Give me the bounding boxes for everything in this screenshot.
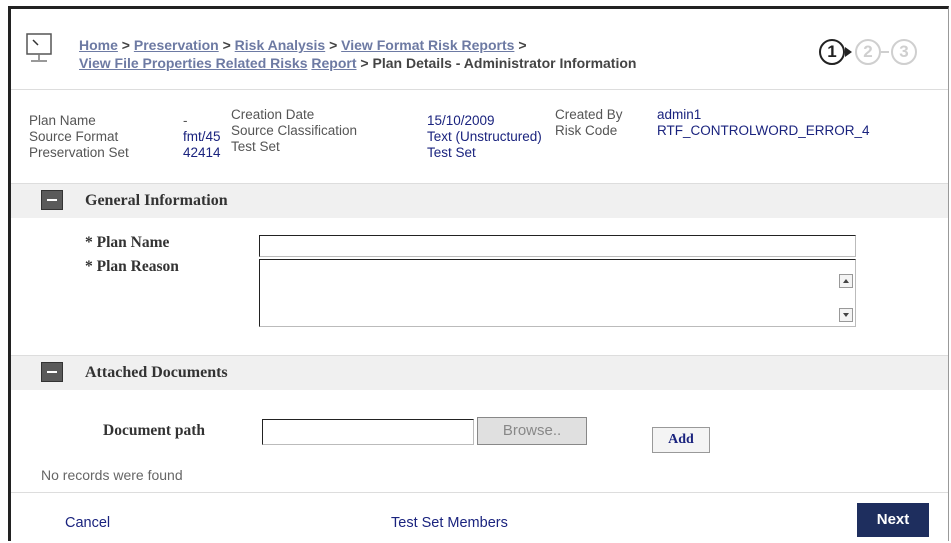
risk-code-value: RTF_CONTROLWORD_ERROR_4: [657, 123, 870, 138]
add-button[interactable]: Add: [652, 427, 710, 453]
cancel-link[interactable]: Cancel: [65, 515, 110, 531]
preservation-set-label: Preservation Set: [29, 145, 129, 160]
breadcrumb-view-format-risk-reports[interactable]: View Format Risk Reports: [341, 37, 514, 53]
plan-name-field-label: * Plan Name: [85, 234, 170, 251]
breadcrumb-separator: >: [222, 37, 231, 53]
breadcrumb-separator: >: [518, 37, 527, 53]
breadcrumb-separator: >: [329, 37, 338, 53]
next-button[interactable]: Next: [857, 503, 929, 537]
info-column-2: - fmt/45 42414: [183, 113, 221, 161]
creation-date-value: 15/10/2009: [427, 113, 495, 128]
created-by-label: Created By: [555, 107, 623, 122]
document-path-label: Document path: [103, 422, 206, 439]
breadcrumb-line-2: View File Properties Related Risks Repor…: [79, 55, 636, 71]
breadcrumb-separator: >: [121, 37, 130, 53]
plan-reason-field-label: * Plan Reason: [85, 258, 179, 275]
step-arrow-icon: [845, 47, 852, 57]
preservation-set-value: 42414: [183, 145, 221, 160]
info-column-1: Plan Name Source Format Preservation Set: [29, 113, 129, 161]
collapse-icon[interactable]: [41, 190, 63, 210]
footer-bar: Cancel Test Set Members Next: [11, 492, 948, 541]
scroll-up-icon[interactable]: [839, 274, 853, 288]
source-format-label: Source Format: [29, 129, 119, 144]
test-set-members-link[interactable]: Test Set Members: [391, 515, 508, 531]
empty-records-message: No records were found: [41, 467, 183, 483]
breadcrumb-report[interactable]: Report: [311, 55, 356, 71]
source-classification-label: Source Classification: [231, 123, 358, 138]
breadcrumb-risk-analysis[interactable]: Risk Analysis: [235, 37, 326, 53]
test-set-label: Test Set: [231, 139, 280, 154]
breadcrumb-view-file-properties[interactable]: View File Properties Related Risks: [79, 55, 308, 71]
creation-date-label: Creation Date: [231, 107, 315, 122]
step-2: 2: [855, 39, 881, 65]
source-classification-value: Text (Unstructured): [427, 129, 542, 144]
monitor-icon: [26, 33, 52, 62]
browse-button[interactable]: Browse..: [477, 417, 587, 445]
attached-documents-title: Attached Documents: [85, 364, 228, 381]
breadcrumb-separator: >: [360, 55, 369, 71]
info-column-5: Created By Risk Code: [555, 107, 623, 139]
step-connector: [881, 51, 889, 53]
plan-name-value: -: [183, 113, 188, 128]
general-information-header: General Information: [11, 183, 948, 218]
plan-name-input[interactable]: [259, 235, 856, 257]
app-frame: Home > Preservation > Risk Analysis > Vi…: [8, 6, 949, 541]
document-path-input[interactable]: [262, 419, 474, 445]
breadcrumb-preservation[interactable]: Preservation: [134, 37, 219, 53]
plan-name-label: Plan Name: [29, 113, 96, 128]
step-3: 3: [891, 39, 917, 65]
info-column-3: Creation Date Source Classification Test…: [231, 107, 357, 155]
plan-reason-textarea[interactable]: [259, 259, 856, 327]
page-header: Home > Preservation > Risk Analysis > Vi…: [11, 9, 948, 90]
info-column-6: admin1 RTF_CONTROLWORD_ERROR_4: [657, 107, 870, 139]
risk-code-label: Risk Code: [555, 123, 618, 138]
info-column-4: 15/10/2009 Text (Unstructured) Test Set: [427, 113, 542, 161]
breadcrumb: Home > Preservation > Risk Analysis > Vi…: [79, 37, 527, 53]
collapse-icon[interactable]: [41, 362, 63, 382]
step-1: 1: [819, 39, 845, 65]
general-information-title: General Information: [85, 192, 228, 209]
source-format-value: fmt/45: [183, 129, 221, 144]
breadcrumb-home[interactable]: Home: [79, 37, 118, 53]
test-set-value: Test Set: [427, 145, 476, 160]
created-by-value: admin1: [657, 107, 702, 122]
breadcrumb-current: Plan Details - Administrator Information: [372, 55, 637, 71]
scroll-down-icon[interactable]: [839, 308, 853, 322]
attached-documents-header: Attached Documents: [11, 355, 948, 390]
